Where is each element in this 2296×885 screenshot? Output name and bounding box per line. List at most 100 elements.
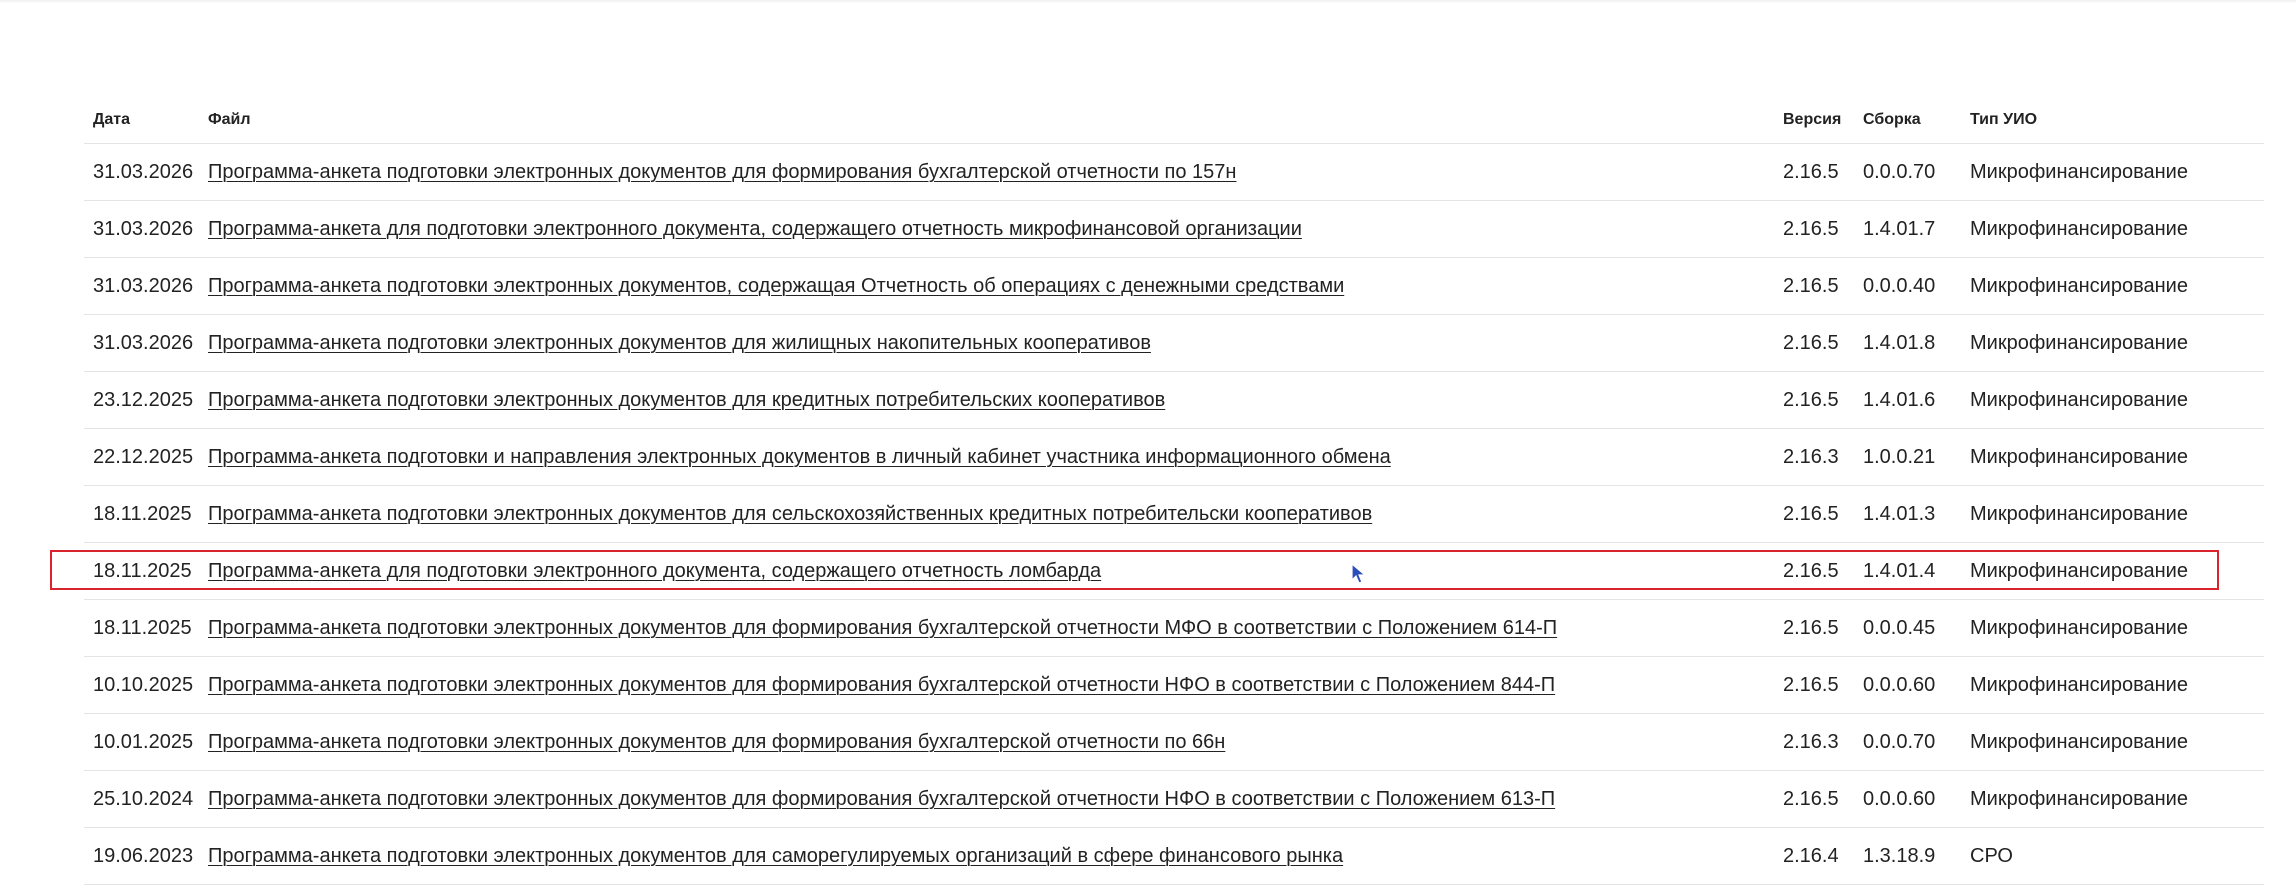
row-type: Микрофинансирование xyxy=(1970,388,2188,411)
header-type: Тип УИО xyxy=(1970,110,2038,128)
row-type: Микрофинансирование xyxy=(1970,217,2188,240)
table-row: 25.10.2024 Программа-анкета подготовки эл… xyxy=(84,771,2264,828)
file-download-link[interactable]: Программа-анкета подготовки электронных … xyxy=(208,845,1343,867)
row-type: Микрофинансирование xyxy=(1970,502,2188,525)
table-row: 18.11.2025 Программа-анкета подготовки эл… xyxy=(84,486,2264,543)
table-header: Дата Файл Версия Сборка Тип УИО xyxy=(84,96,2264,144)
row-file-cell: Программа-анкета подготовки электронных … xyxy=(208,788,1783,811)
downloads-table: Дата Файл Версия Сборка Тип УИО 31.03.20… xyxy=(84,96,2264,885)
table-row: 31.03.2026 Программа-анкета подготовки эл… xyxy=(84,258,2264,315)
row-version: 2.16.3 xyxy=(1783,730,1839,753)
row-date: 23.12.2025 xyxy=(93,388,194,411)
row-file-cell: Программа-анкета подготовки электронных … xyxy=(208,503,1783,526)
row-build: 1.3.18.9 xyxy=(1863,844,1936,867)
row-file-cell: Программа-анкета подготовки электронных … xyxy=(208,845,1783,868)
row-date: 10.01.2025 xyxy=(93,730,194,753)
row-type: Микрофинансирование xyxy=(1970,160,2188,183)
row-type: Микрофинансирование xyxy=(1970,616,2188,639)
row-file-cell: Программа-анкета подготовки электронных … xyxy=(208,161,1783,184)
row-version: 2.16.5 xyxy=(1783,160,1839,183)
row-file-cell: Программа-анкета подготовки электронных … xyxy=(208,617,1783,640)
row-type: Микрофинансирование xyxy=(1970,730,2188,753)
row-type: Микрофинансирование xyxy=(1970,673,2188,696)
table-row: 31.03.2026 Программа-анкета подготовки эл… xyxy=(84,315,2264,372)
header-version: Версия xyxy=(1783,110,1842,128)
row-date: 25.10.2024 xyxy=(93,787,194,810)
row-build: 1.4.01.8 xyxy=(1863,331,1936,354)
row-version: 2.16.4 xyxy=(1783,844,1839,867)
file-download-link[interactable]: Программа-анкета подготовки электронных … xyxy=(208,788,1555,810)
row-version: 2.16.5 xyxy=(1783,217,1839,240)
row-build: 1.4.01.3 xyxy=(1863,502,1936,525)
table-row: 10.01.2025 Программа-анкета подготовки эл… xyxy=(84,714,2264,771)
file-download-link[interactable]: Программа-анкета подготовки электронных … xyxy=(208,275,1344,297)
table-row: 23.12.2025 Программа-анкета подготовки эл… xyxy=(84,372,2264,429)
row-version: 2.16.5 xyxy=(1783,673,1839,696)
table-row: 19.06.2023 Программа-анкета подготовки эл… xyxy=(84,828,2264,885)
row-date: 31.03.2026 xyxy=(93,160,194,183)
row-date: 31.03.2026 xyxy=(93,217,194,240)
table-row: 31.03.2026 Программа-анкета для подготовк… xyxy=(84,201,2264,258)
row-build: 1.4.01.7 xyxy=(1863,217,1936,240)
row-build: 0.0.0.70 xyxy=(1863,730,1936,753)
row-build: 0.0.0.60 xyxy=(1863,673,1936,696)
row-build: 0.0.0.60 xyxy=(1863,787,1936,810)
row-version: 2.16.5 xyxy=(1783,616,1839,639)
file-download-link[interactable]: Программа-анкета подготовки электронных … xyxy=(208,731,1225,753)
row-version: 2.16.5 xyxy=(1783,274,1839,297)
file-download-link[interactable]: Программа-анкета подготовки электронных … xyxy=(208,503,1372,525)
row-file-cell: Программа-анкета для подготовки электрон… xyxy=(208,218,1783,241)
row-date: 18.11.2025 xyxy=(93,502,192,525)
row-date: 31.03.2026 xyxy=(93,274,194,297)
arrow-cursor-icon xyxy=(1351,563,1367,584)
header-build: Сборка xyxy=(1863,110,1921,128)
row-type: Микрофинансирование xyxy=(1970,331,2188,354)
file-download-link[interactable]: Программа-анкета для подготовки электрон… xyxy=(208,560,1101,582)
row-file-cell: Программа-анкета подготовки электронных … xyxy=(208,674,1783,697)
row-build: 0.0.0.40 xyxy=(1863,274,1936,297)
row-type: Микрофинансирование xyxy=(1970,445,2188,468)
table-row: 18.11.2025 Программа-анкета для подготовк… xyxy=(84,543,2264,600)
top-edge-shadow xyxy=(0,0,2296,3)
row-type: СРО xyxy=(1970,844,2013,867)
table-body: 31.03.2026 Программа-анкета подготовки эл… xyxy=(84,144,2264,885)
row-date: 19.06.2023 xyxy=(93,844,194,867)
row-file-cell: Программа-анкета подготовки электронных … xyxy=(208,275,1783,298)
row-version: 2.16.5 xyxy=(1783,331,1839,354)
row-version: 2.16.5 xyxy=(1783,787,1839,810)
row-file-cell: Программа-анкета для подготовки электрон… xyxy=(208,560,1783,583)
file-download-link[interactable]: Программа-анкета подготовки электронных … xyxy=(208,332,1151,354)
row-build: 1.4.01.6 xyxy=(1863,388,1936,411)
table-row: 10.10.2025 Программа-анкета подготовки эл… xyxy=(84,657,2264,714)
row-date: 10.10.2025 xyxy=(93,673,194,696)
row-type: Микрофинансирование xyxy=(1970,274,2188,297)
row-build: 1.0.0.21 xyxy=(1863,445,1936,468)
file-download-link[interactable]: Программа-анкета подготовки электронных … xyxy=(208,617,1557,639)
table-row: 31.03.2026 Программа-анкета подготовки эл… xyxy=(84,144,2264,201)
file-download-link[interactable]: Программа-анкета для подготовки электрон… xyxy=(208,218,1302,240)
row-version: 2.16.5 xyxy=(1783,559,1839,582)
file-download-link[interactable]: Программа-анкета подготовки электронных … xyxy=(208,674,1555,696)
row-build: 1.4.01.4 xyxy=(1863,559,1936,582)
row-file-cell: Программа-анкета подготовки и направлени… xyxy=(208,446,1783,469)
row-date: 18.11.2025 xyxy=(93,616,192,639)
file-download-link[interactable]: Программа-анкета подготовки электронных … xyxy=(208,161,1236,183)
row-type: Микрофинансирование xyxy=(1970,559,2188,582)
row-version: 2.16.3 xyxy=(1783,445,1839,468)
header-date: Дата xyxy=(93,110,131,128)
row-version: 2.16.5 xyxy=(1783,388,1839,411)
row-type: Микрофинансирование xyxy=(1970,787,2188,810)
row-date: 18.11.2025 xyxy=(93,559,192,582)
row-file-cell: Программа-анкета подготовки электронных … xyxy=(208,731,1783,754)
row-build: 0.0.0.70 xyxy=(1863,160,1936,183)
file-download-link[interactable]: Программа-анкета подготовки электронных … xyxy=(208,389,1165,411)
row-date: 31.03.2026 xyxy=(93,331,194,354)
header-file: Файл xyxy=(208,110,251,128)
row-file-cell: Программа-анкета подготовки электронных … xyxy=(208,332,1783,355)
file-download-link[interactable]: Программа-анкета подготовки и направлени… xyxy=(208,446,1391,468)
row-file-cell: Программа-анкета подготовки электронных … xyxy=(208,389,1783,412)
row-date: 22.12.2025 xyxy=(93,445,194,468)
row-version: 2.16.5 xyxy=(1783,502,1839,525)
table-row: 18.11.2025 Программа-анкета подготовки эл… xyxy=(84,600,2264,657)
row-build: 0.0.0.45 xyxy=(1863,616,1936,639)
